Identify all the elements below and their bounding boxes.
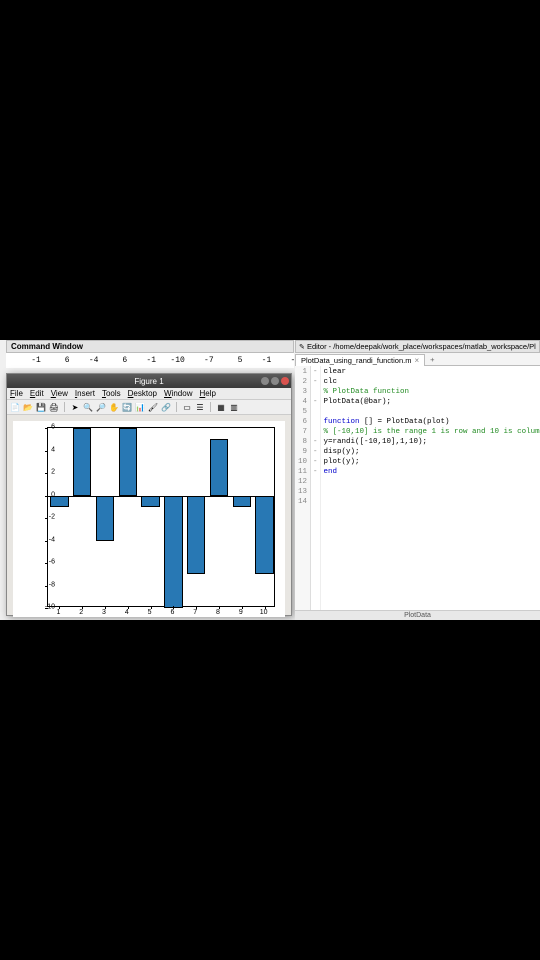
bar [210,439,228,495]
y-tick-label: 0 [37,491,55,498]
editor-tabs: PlotData_using_randi_function.m × + [295,353,540,366]
menu-insert[interactable]: Insert [75,389,95,398]
figure-titlebar[interactable]: Figure 1 [7,374,291,388]
y-tick-label: -10 [37,604,55,611]
figure-toolbar: 📄 📂 💾 🖨 ➤ 🔍 🔎 ✋ 🔄 📊 🖌 🔗 ▭ ☰ ▦ ▥ [7,400,291,415]
editor-panel: ✎ Editor - /home/deepak/work_place/works… [295,340,540,620]
command-output[interactable]: -1 6 -4 6 -1 -10 -7 5 -1 -7 [6,353,294,368]
code-area[interactable]: clear clc % PlotData function PlotData(@… [321,366,540,614]
figure-window: Figure 1 File Edit View Insert Tools Des… [6,373,292,616]
pan-icon[interactable]: ✋ [109,402,119,412]
editor-icon: ✎ [299,344,305,351]
tab-add-button[interactable]: + [425,355,439,364]
x-tick-label: 5 [148,609,152,616]
chart-axes [47,427,275,607]
y-tick-label: 2 [37,469,55,476]
figure-menubar: File Edit View Insert Tools Desktop Wind… [7,388,291,400]
line-gutter: 1 2 3 4 5 6 7 8 9 10 11 12 13 14 [295,366,311,614]
close-icon[interactable] [281,377,289,385]
x-tick-label: 7 [193,609,197,616]
command-window-title: Command Window [6,340,294,353]
menu-help[interactable]: Help [199,389,215,398]
menu-tools[interactable]: Tools [102,389,121,398]
breakpoint-column[interactable]: - - - - - - - [311,366,321,614]
bar [164,496,182,609]
editor-status: PlotData [295,610,540,620]
y-tick-label: -4 [37,536,55,543]
x-tick-label: 1 [56,609,60,616]
x-tick-label: 4 [125,609,129,616]
colorbar-icon[interactable]: ▭ [182,402,192,412]
tab-label: PlotData_using_randi_function.m [301,356,412,365]
x-tick-label: 6 [170,609,174,616]
bar [73,428,91,496]
menu-view[interactable]: View [51,389,68,398]
zoom-in-icon[interactable]: 🔍 [83,402,93,412]
x-tick-label: 2 [79,609,83,616]
y-tick-label: -6 [37,559,55,566]
x-tick-label: 9 [239,609,243,616]
menu-file[interactable]: File [10,389,23,398]
plot-area[interactable]: -10 -8 -6 -4 -2 0 2 4 6 1 2 3 4 5 6 7 8 9 10 [13,421,285,617]
menu-window[interactable]: Window [164,389,192,398]
y-tick-label: 6 [37,424,55,431]
command-window: Command Window -1 6 -4 6 -1 -10 -7 5 -1 … [6,340,294,368]
bar [255,496,273,575]
datacursor-icon[interactable]: 📊 [135,402,145,412]
menu-desktop[interactable]: Desktop [128,389,157,398]
x-tick-label: 10 [260,609,268,616]
bar [233,496,251,507]
bar [96,496,114,541]
link-icon[interactable]: 🔗 [161,402,171,412]
x-tick-label: 3 [102,609,106,616]
tab-close-icon[interactable]: × [415,357,420,365]
menu-edit[interactable]: Edit [30,389,44,398]
editor-title: ✎ Editor - /home/deepak/work_place/works… [295,340,540,353]
axes-icon[interactable]: ▦ [216,402,226,412]
minimize-icon[interactable] [261,377,269,385]
rotate-icon[interactable]: 🔄 [122,402,132,412]
y-tick-label: -2 [37,514,55,521]
figure-title: Figure 1 [134,377,163,386]
new-icon[interactable]: 📄 [10,402,20,412]
y-tick-label: -8 [37,581,55,588]
pointer-icon[interactable]: ➤ [70,402,80,412]
print-icon[interactable]: 🖨 [49,402,59,412]
bar [141,496,159,507]
editor-body[interactable]: 1 2 3 4 5 6 7 8 9 10 11 12 13 14 - - - -… [295,366,540,614]
x-tick-label: 8 [216,609,220,616]
bar [119,428,137,496]
editor-tab-active[interactable]: PlotData_using_randi_function.m × [295,354,425,366]
legend-icon[interactable]: ☰ [195,402,205,412]
brush-icon[interactable]: 🖌 [148,402,158,412]
save-icon[interactable]: 💾 [36,402,46,412]
maximize-icon[interactable] [271,377,279,385]
grid-icon[interactable]: ▥ [229,402,239,412]
y-tick-label: 4 [37,446,55,453]
bar [187,496,205,575]
open-icon[interactable]: 📂 [23,402,33,412]
zoom-out-icon[interactable]: 🔎 [96,402,106,412]
